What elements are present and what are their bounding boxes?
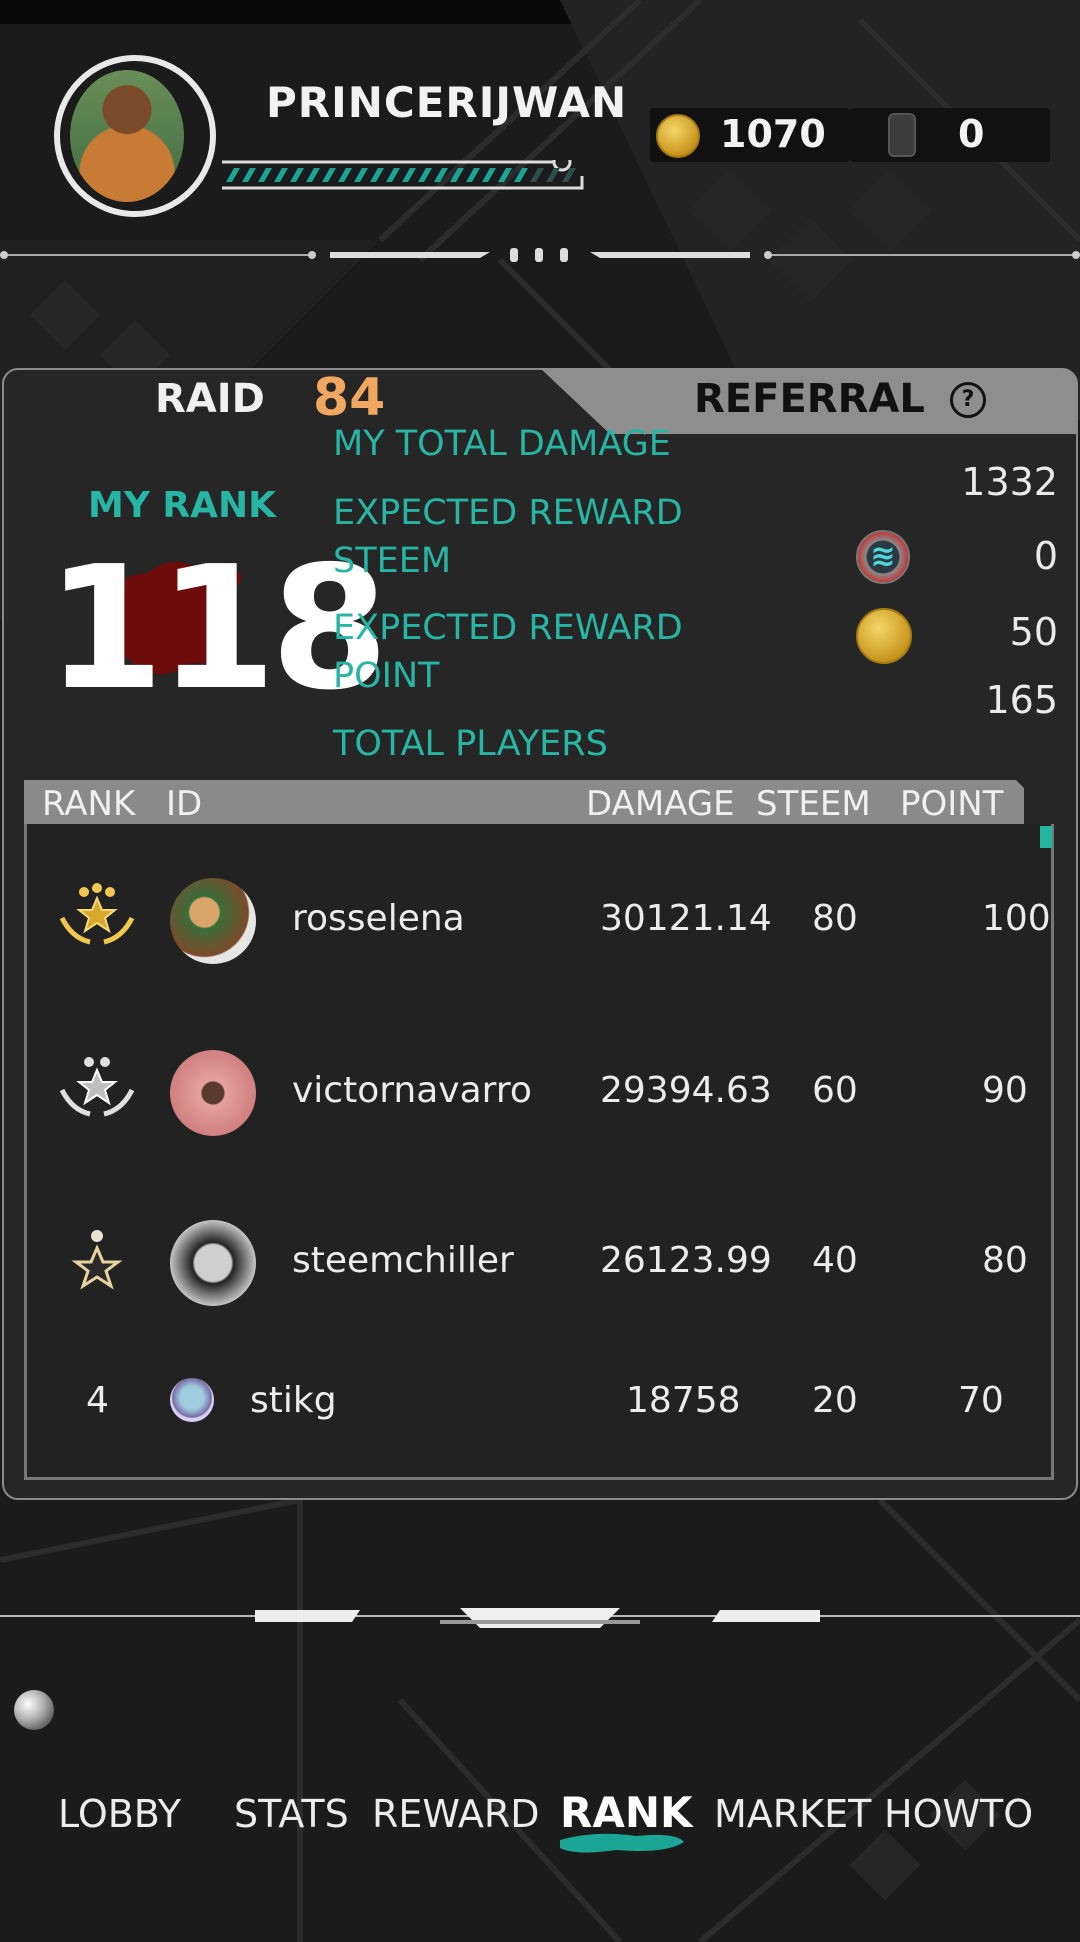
xp-stripe xyxy=(530,168,544,182)
xp-stripe xyxy=(434,168,448,182)
gem-icon xyxy=(888,113,916,157)
reward-point-label-line1: EXPECTED REWARD xyxy=(333,608,683,648)
row-point: 70 xyxy=(958,1380,1004,1421)
silver-rank-medal-icon xyxy=(59,1057,135,1117)
column-header-damage: DAMAGE xyxy=(586,784,735,824)
xp-stripe xyxy=(322,168,336,182)
tab-referral[interactable]: REFERRAL xyxy=(694,376,925,422)
username: PRINCERIJWAN xyxy=(266,78,628,127)
nav-stats[interactable]: STATS xyxy=(234,1792,349,1836)
nav-divider xyxy=(0,1608,1080,1628)
reward-steem-label-line1: EXPECTED REWARD xyxy=(333,493,683,533)
xp-stripe xyxy=(546,168,560,182)
nav-reward[interactable]: REWARD xyxy=(372,1792,540,1836)
reward-steem-value: 0 xyxy=(1033,534,1058,578)
orb-button[interactable] xyxy=(14,1690,54,1730)
xp-stripe xyxy=(242,168,256,182)
reward-point-value: 50 xyxy=(1009,610,1058,654)
tab-raid[interactable]: RAID xyxy=(155,376,265,422)
xp-progress-bar xyxy=(222,160,584,190)
column-header-id: ID xyxy=(166,784,203,824)
column-header-steem: STEEM xyxy=(756,784,871,824)
row-damage: 26123.99 xyxy=(600,1240,772,1281)
table-scrollbar[interactable] xyxy=(1040,826,1052,848)
nav-lobby[interactable]: LOBBY xyxy=(58,1792,181,1836)
user-avatar[interactable] xyxy=(170,1220,256,1306)
total-damage-label: MY TOTAL DAMAGE xyxy=(333,424,671,464)
row-steem: 40 xyxy=(812,1240,858,1281)
coin-balance: 1070 xyxy=(720,112,826,156)
xp-stripe xyxy=(290,168,304,182)
xp-stripe xyxy=(498,168,512,182)
xp-stripe xyxy=(418,168,432,182)
row-point: 100 xyxy=(982,898,1051,939)
row-point: 80 xyxy=(982,1240,1028,1281)
column-header-rank: RANK xyxy=(42,784,136,824)
gem-balance-panel xyxy=(850,108,1050,162)
nav-market[interactable]: MARKET xyxy=(714,1792,871,1836)
reward-point-label-line2: POINT xyxy=(333,656,440,696)
row-damage: 29394.63 xyxy=(600,1070,772,1111)
xp-stripe xyxy=(514,168,528,182)
row-damage: 18758 xyxy=(626,1380,741,1421)
header-divider xyxy=(0,248,1080,262)
row-id[interactable]: rosselena xyxy=(292,898,465,939)
coin-icon xyxy=(656,114,700,158)
row-steem: 20 xyxy=(812,1380,858,1421)
xp-stripe xyxy=(274,168,288,182)
xp-stripe xyxy=(450,168,464,182)
user-avatar[interactable] xyxy=(170,1050,256,1136)
nav-howto[interactable]: HOWTO xyxy=(884,1792,1033,1836)
row-id[interactable]: steemchiller xyxy=(292,1240,514,1281)
nav-rank[interactable]: RANK xyxy=(560,1788,693,1837)
xp-stripe xyxy=(402,168,416,182)
my-rank-label: MY RANK xyxy=(88,485,277,526)
user-avatar[interactable] xyxy=(170,1378,214,1422)
row-point: 90 xyxy=(982,1070,1028,1111)
xp-stripe xyxy=(258,168,272,182)
total-damage-value: 1332 xyxy=(961,460,1058,504)
xp-stripe xyxy=(370,168,384,182)
column-header-point: POINT xyxy=(900,784,1004,824)
xp-stripe xyxy=(354,168,368,182)
total-players-label: TOTAL PLAYERS xyxy=(333,724,608,764)
row-id[interactable]: victornavarro xyxy=(292,1070,532,1111)
xp-stripe xyxy=(466,168,480,182)
xp-stripe xyxy=(306,168,320,182)
xp-stripe xyxy=(226,168,240,182)
bronze-rank-medal-icon xyxy=(71,1230,123,1290)
total-players-value: 165 xyxy=(985,678,1058,722)
row-rank: 4 xyxy=(86,1380,109,1421)
row-steem: 60 xyxy=(812,1070,858,1111)
xp-stripe xyxy=(338,168,352,182)
xp-stripe xyxy=(386,168,400,182)
avatar[interactable] xyxy=(70,70,184,202)
row-damage: 30121.14 xyxy=(600,898,772,939)
row-steem: 80 xyxy=(812,898,858,939)
gem-balance: 0 xyxy=(958,112,985,156)
user-avatar[interactable] xyxy=(170,878,256,964)
help-icon[interactable]: ? xyxy=(950,382,986,418)
gold-rank-medal-icon xyxy=(59,883,135,945)
xp-stripe xyxy=(482,168,496,182)
reward-steem-label-line2: STEEM xyxy=(333,541,452,581)
raid-number: 84 xyxy=(313,368,386,428)
row-id[interactable]: stikg xyxy=(250,1380,337,1421)
